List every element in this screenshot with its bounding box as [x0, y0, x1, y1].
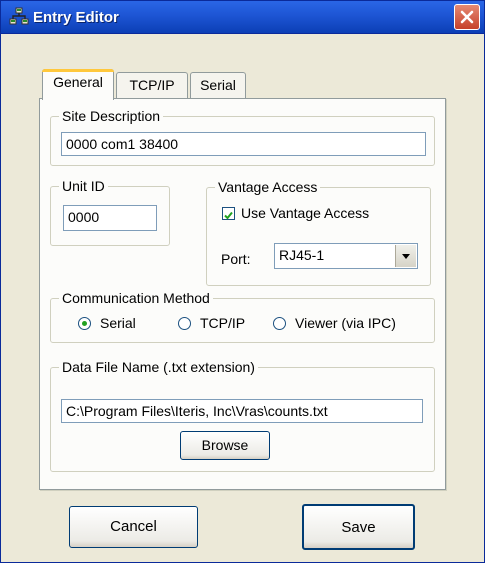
tab-tcp-ip[interactable]: TCP/IP: [116, 72, 188, 98]
site-description-group: Site Description 0000 com1 38400: [50, 107, 435, 166]
tab-serial[interactable]: Serial: [190, 72, 246, 98]
cancel-button[interactable]: Cancel: [69, 506, 198, 548]
data-file-input[interactable]: C:\Program Files\Iteris, Inc\Vras\counts…: [61, 399, 423, 423]
site-description-value: 0000 com1 38400: [66, 136, 179, 152]
chevron-down-icon[interactable]: [395, 245, 416, 267]
close-icon: [460, 10, 474, 24]
window-title: Entry Editor: [33, 9, 119, 26]
data-file-legend: Data File Name (.txt extension): [59, 358, 258, 376]
network-nodes-icon: [9, 7, 29, 27]
cancel-button-label: Cancel: [110, 518, 157, 535]
tab-serial-label: Serial: [200, 77, 236, 93]
tab-tcp-ip-label: TCP/IP: [129, 77, 175, 93]
use-vantage-access-checkbox[interactable]: [222, 207, 235, 220]
unit-id-value: 0000: [68, 209, 100, 225]
data-file-value: C:\Program Files\Iteris, Inc\Vras\counts…: [66, 403, 328, 419]
use-vantage-access-label: Use Vantage Access: [241, 205, 370, 221]
unit-id-legend: Unit ID: [59, 177, 108, 195]
tab-general[interactable]: General: [42, 69, 114, 100]
save-button-label: Save: [341, 519, 376, 536]
unit-id-group: Unit ID 0000: [50, 177, 170, 246]
vantage-access-legend: Vantage Access: [215, 178, 321, 196]
site-description-legend: Site Description: [59, 107, 164, 125]
checkmark-icon: [224, 211, 233, 220]
radio-serial[interactable]: [78, 317, 91, 330]
radio-tcp-ip[interactable]: [178, 317, 191, 330]
radio-viewer-ipc-label: Viewer (via IPC): [295, 315, 396, 331]
entry-editor-window: Entry Editor General TCP/IP Serial Site …: [0, 0, 485, 563]
save-button[interactable]: Save: [302, 504, 415, 550]
radio-tcp-ip-label: TCP/IP: [200, 315, 246, 331]
vantage-access-group: Vantage Access Use Vantage Access Port: …: [206, 178, 431, 286]
radio-serial-label: Serial: [100, 315, 136, 331]
port-select[interactable]: RJ45-1: [274, 243, 418, 269]
title-bar[interactable]: Entry Editor: [1, 1, 484, 34]
general-tab-panel: Site Description 0000 com1 38400 Unit ID…: [39, 98, 446, 490]
browse-button[interactable]: Browse: [180, 431, 270, 460]
unit-id-input[interactable]: 0000: [63, 205, 157, 231]
port-label: Port:: [221, 251, 251, 267]
communication-method-group: Communication Method Serial TCP/IP Viewe…: [50, 289, 435, 343]
communication-method-legend: Communication Method: [59, 289, 213, 307]
close-button[interactable]: [454, 4, 480, 30]
port-select-value: RJ45-1: [279, 247, 325, 263]
tab-general-label: General: [53, 74, 103, 90]
data-file-group: Data File Name (.txt extension) C:\Progr…: [50, 358, 435, 472]
site-description-input[interactable]: 0000 com1 38400: [61, 132, 426, 156]
radio-viewer-ipc[interactable]: [273, 317, 286, 330]
browse-button-label: Browse: [201, 437, 249, 453]
